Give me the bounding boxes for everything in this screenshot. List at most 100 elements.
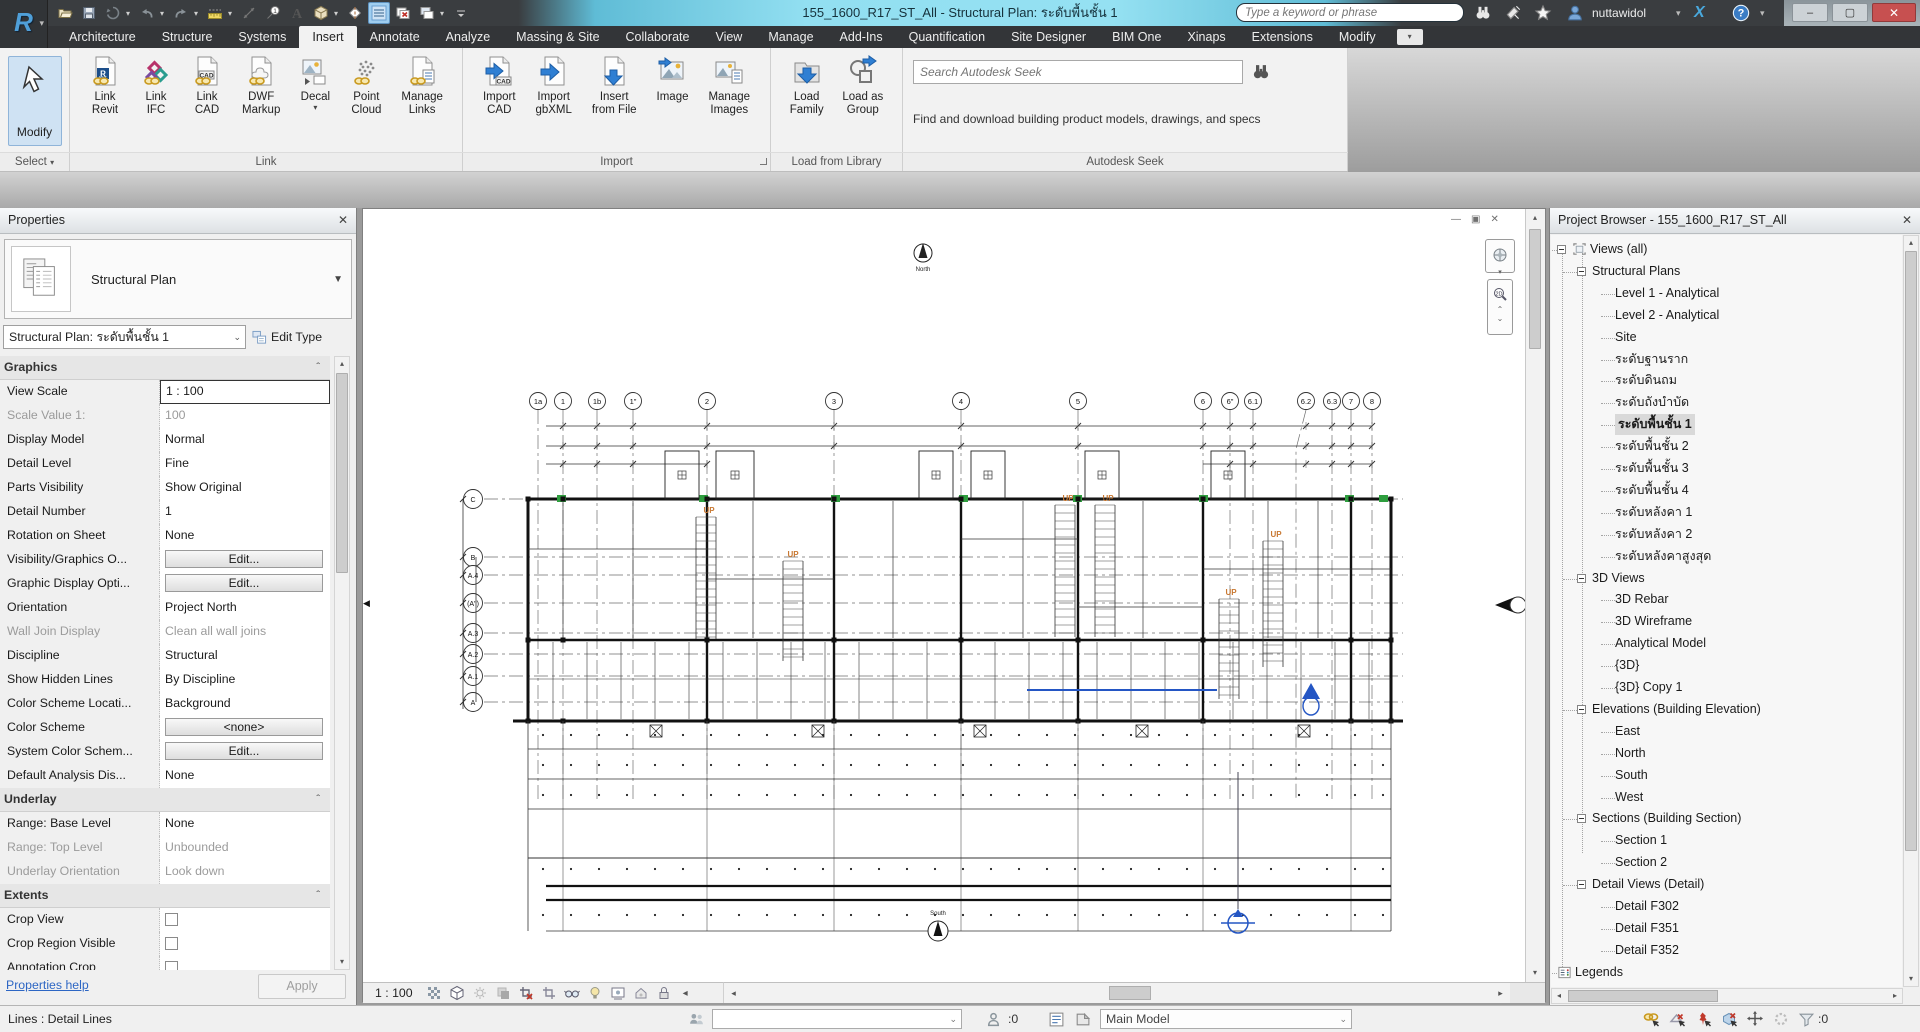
undo-icon[interactable]	[136, 2, 158, 24]
tree-item-label[interactable]: Legends	[1575, 962, 1623, 983]
tree-item-label[interactable]: North	[1615, 743, 1646, 764]
active-workset-dropdown[interactable]: ⌄	[712, 1009, 962, 1029]
tree-item-label[interactable]: Sections (Building Section)	[1592, 808, 1741, 829]
tree-item--3d-copy-1[interactable]: {3D} Copy 1	[1551, 677, 1902, 699]
tab-analyze[interactable]: Analyze	[433, 26, 503, 48]
tree-item-label[interactable]: ระดับพื้นชั้น 4	[1615, 480, 1689, 501]
collapse-icon[interactable]	[1577, 705, 1586, 714]
property-value[interactable]: None	[160, 764, 330, 788]
property-value[interactable]: 1	[160, 500, 330, 524]
collapse-icon[interactable]	[1577, 574, 1586, 583]
tag-icon[interactable]: 1	[262, 2, 284, 24]
active-design-option-dropdown[interactable]: Main Model⌄	[1100, 1009, 1352, 1029]
browser-horizontal-scrollbar[interactable]: ◂ ▸	[1551, 988, 1903, 1004]
dim-gear-icon[interactable]	[1770, 1009, 1792, 1029]
caret-down-icon[interactable]: ▾	[334, 9, 342, 18]
lower-deck[interactable]	[528, 721, 1391, 931]
tree-item-ระดับหลังคาสูงสุด[interactable]: ระดับหลังคาสูงสุด	[1551, 546, 1902, 568]
tree-item-views-all-[interactable]: Views (all)	[1551, 239, 1902, 261]
tree-item-north[interactable]: North	[1551, 743, 1902, 765]
scroll-right-icon[interactable]: ▸	[1493, 986, 1508, 1001]
collapse-section-icon[interactable]: ⌃	[314, 793, 322, 802]
tree-item-legends[interactable]: Legends	[1551, 962, 1902, 984]
tree-item-label[interactable]: Structural Plans	[1592, 261, 1680, 282]
tree-item-elevations-building-elevation-[interactable]: Elevations (Building Elevation)	[1551, 699, 1902, 721]
edit-type-button[interactable]: Edit Type	[252, 326, 352, 348]
image-button[interactable]: Image	[657, 53, 689, 104]
signed-in-username[interactable]: nuttawidol	[1592, 0, 1646, 26]
type-selector[interactable]: Structural Plan ▼	[4, 239, 352, 319]
crop-region-icon[interactable]	[541, 985, 557, 1001]
tree-item-label[interactable]: Detail Views (Detail)	[1592, 874, 1704, 895]
select-by-face-icon[interactable]	[1718, 1009, 1740, 1029]
thin-lines-icon[interactable]	[368, 2, 390, 24]
property-value[interactable]: Look down	[160, 860, 330, 884]
tree-item-sections-building-section-[interactable]: Sections (Building Section)	[1551, 808, 1902, 830]
view-minimize-icon[interactable]: —	[1451, 214, 1461, 230]
close-button[interactable]: ✕	[1872, 3, 1916, 22]
browser-vertical-scrollbar[interactable]: ▴ ▾	[1903, 235, 1919, 987]
properties-scrollbar[interactable]: ▴ ▾	[334, 356, 350, 970]
view-instance-combo[interactable]: Structural Plan: ระดับพื้นชั้น 1 ⌄	[3, 325, 246, 349]
link-cad-button[interactable]: CADLinkCAD	[191, 53, 223, 117]
floor-plan-drawing[interactable]: 1a11b1"234566"6.16.26.378CBA.4(A")A.3A.2…	[363, 209, 1525, 982]
tab-site-designer[interactable]: Site Designer	[998, 26, 1099, 48]
scrollbar-thumb[interactable]	[1905, 251, 1917, 851]
chevron-down-icon[interactable]: ⌄	[1492, 314, 1508, 323]
tree-item-west[interactable]: West	[1551, 787, 1902, 809]
load-as-group-button[interactable]: Load asGroup	[842, 53, 883, 117]
footing-boxes[interactable]	[650, 725, 1310, 737]
tree-item-label[interactable]: {3D}	[1615, 655, 1639, 676]
scroll-up-icon[interactable]: ▴	[1528, 211, 1542, 225]
tree-item-label[interactable]: 3D Wireframe	[1615, 611, 1692, 632]
property-value[interactable]: Normal	[160, 428, 330, 452]
apply-button[interactable]: Apply	[258, 974, 346, 999]
properties-help-link[interactable]: Properties help	[6, 978, 89, 992]
tree-item-label[interactable]: Section 2	[1615, 852, 1667, 873]
tree-item-structural-plans[interactable]: Structural Plans	[1551, 261, 1902, 283]
tree-item-label[interactable]: Detail F352	[1615, 940, 1679, 961]
close-icon[interactable]: ✕	[338, 208, 348, 233]
tree-item-label[interactable]: West	[1615, 787, 1643, 808]
property-value[interactable]: None	[160, 812, 330, 836]
tab-view[interactable]: View	[702, 26, 755, 48]
tree-item-ระดับฐานราก[interactable]: ระดับฐานราก	[1551, 349, 1902, 371]
canvas-vertical-scrollbar[interactable]: ▴ ▾	[1525, 209, 1545, 982]
steering-wheel-icon[interactable]: ▾	[1485, 239, 1515, 273]
help-menu-caret-icon[interactable]: ▾	[1760, 0, 1765, 26]
tree-item-label[interactable]: ระดับถังบำบัด	[1615, 392, 1689, 413]
tab-massing-site[interactable]: Massing & Site	[503, 26, 612, 48]
tree-item-ระดับพื้นชั้น-3[interactable]: ระดับพื้นชั้น 3	[1551, 458, 1902, 480]
scrollbar-thumb[interactable]	[1568, 990, 1718, 1002]
tree-item-label[interactable]: Level 2 - Analytical	[1615, 305, 1719, 326]
insert-from-file-button[interactable]: Insertfrom File	[592, 53, 637, 117]
drag-selection-icon[interactable]	[1744, 1009, 1766, 1029]
redo-icon[interactable]	[170, 2, 192, 24]
tab-add-ins[interactable]: Add-Ins	[827, 26, 896, 48]
tree-item-label[interactable]: 3D Rebar	[1615, 589, 1669, 610]
point-cloud-button[interactable]: PointCloud	[350, 53, 382, 117]
tree-item-detail-f352[interactable]: Detail F352	[1551, 940, 1902, 962]
sun-path-icon[interactable]	[472, 985, 488, 1001]
property-value[interactable]: By Discipline	[160, 668, 330, 692]
open-icon[interactable]	[54, 2, 76, 24]
checkbox[interactable]	[165, 913, 178, 926]
tree-item-label[interactable]: ระดับพื้นชั้น 3	[1615, 458, 1689, 479]
caret-down-icon[interactable]: ▾	[228, 9, 236, 18]
scroll-left-icon[interactable]: ◂	[1552, 989, 1566, 1003]
scroll-down-icon[interactable]: ▾	[1904, 972, 1918, 986]
collapse-section-icon[interactable]: ⌃	[314, 361, 322, 370]
tab-extensions[interactable]: Extensions	[1239, 26, 1326, 48]
tab-insert[interactable]: Insert	[299, 26, 356, 48]
tab-bim-one[interactable]: BIM One	[1099, 26, 1174, 48]
tab-architecture[interactable]: Architecture	[56, 26, 149, 48]
caret-down-icon[interactable]: ▾	[440, 9, 448, 18]
value-button[interactable]: <none>	[165, 718, 323, 736]
design-options-icon[interactable]	[1048, 1011, 1065, 1028]
infocenter-search-input[interactable]	[1245, 4, 1455, 21]
link-revit-button[interactable]: RRVTLinkRevit	[89, 53, 121, 117]
search-icon[interactable]	[1474, 4, 1492, 22]
chevron-icon[interactable]: ⌃	[1492, 305, 1508, 314]
scrollbar-thumb[interactable]	[1109, 986, 1151, 1000]
scroll-down-icon[interactable]: ▾	[1528, 966, 1542, 980]
